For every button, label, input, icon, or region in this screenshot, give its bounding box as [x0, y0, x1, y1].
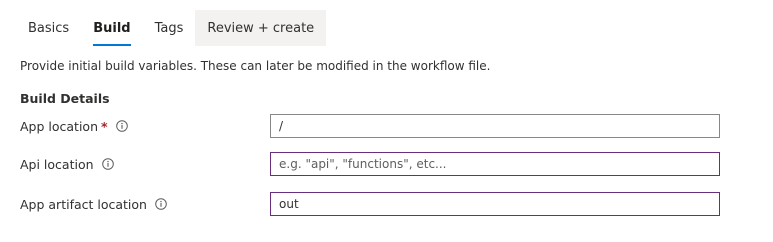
api-location-label-group: Api location — [20, 152, 114, 176]
app-location-label: App location — [20, 118, 98, 134]
app-artifact-location-row: App artifact location — [20, 192, 773, 216]
tab-basics[interactable]: Basics — [16, 10, 81, 46]
tab-build[interactable]: Build — [81, 10, 142, 46]
intro-text: Provide initial build variables. These c… — [20, 59, 491, 73]
section-title: Build Details — [20, 91, 110, 106]
app-location-row: App location * — [20, 114, 773, 138]
tab-bar: Basics Build Tags Review + create — [16, 10, 327, 46]
info-icon[interactable] — [115, 120, 128, 132]
tab-tags[interactable]: Tags — [143, 10, 196, 46]
tab-review-create[interactable]: Review + create — [195, 10, 327, 46]
app-artifact-location-input[interactable] — [270, 192, 720, 216]
api-location-row: Api location — [20, 152, 773, 176]
app-artifact-location-label-group: App artifact location — [20, 192, 167, 216]
info-icon[interactable] — [155, 198, 167, 210]
app-artifact-location-label: App artifact location — [20, 196, 147, 212]
api-location-label: Api location — [20, 156, 94, 172]
app-location-label-group: App location * — [20, 114, 128, 138]
required-marker: * — [101, 118, 108, 134]
app-location-input[interactable] — [270, 114, 720, 138]
info-icon[interactable] — [101, 158, 114, 170]
api-location-input[interactable] — [270, 152, 720, 176]
